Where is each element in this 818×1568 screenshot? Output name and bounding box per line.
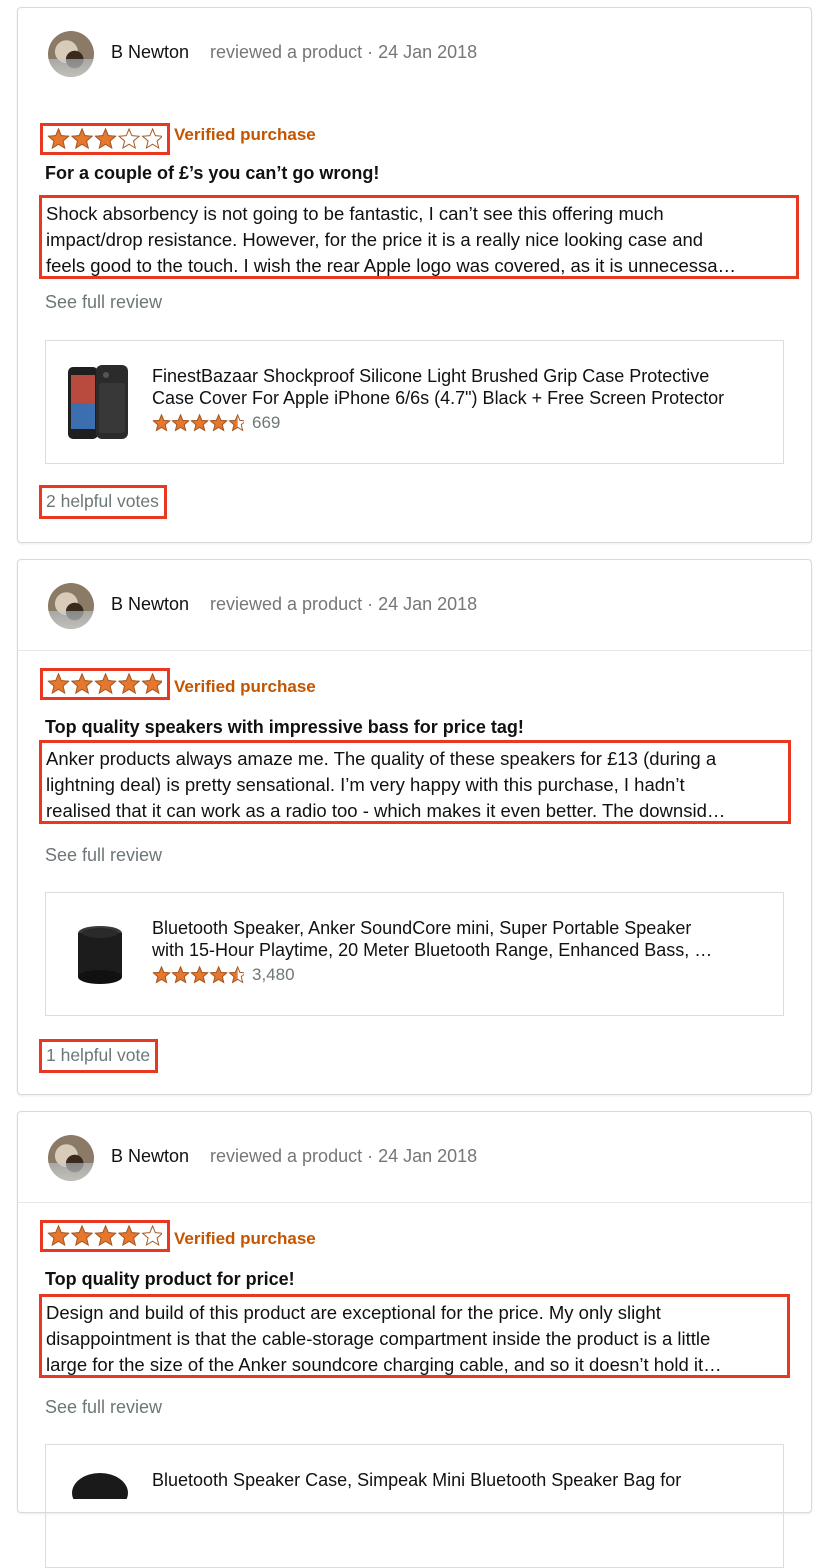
star-filled xyxy=(153,414,170,432)
product-title-line[interactable]: with 15-Hour Playtime, 20 Meter Bluetoot… xyxy=(152,939,777,961)
review-rating xyxy=(40,123,170,155)
star-filled xyxy=(153,966,170,984)
avatar[interactable] xyxy=(48,583,94,629)
phone-case-image xyxy=(68,365,128,439)
review-body-line: large for the size of the Anker soundcor… xyxy=(46,1354,722,1375)
product-title-line[interactable]: Case Cover For Apple iPhone 6/6s (4.7") … xyxy=(152,387,777,409)
reviewer-name[interactable]: B Newton xyxy=(111,594,189,615)
star-filled xyxy=(142,673,162,695)
review-body: Anker products always amaze me. The qual… xyxy=(39,740,791,824)
product-title[interactable]: Bluetooth Speaker, Anker SoundCore mini,… xyxy=(152,917,777,961)
reviewer-name[interactable]: B Newton xyxy=(111,1146,189,1167)
speaker-case-image xyxy=(72,1473,128,1499)
product-rating: 669 xyxy=(152,413,280,433)
review-body-line: impact/drop resistance. However, for the… xyxy=(46,229,704,250)
reviewer-name[interactable]: B Newton xyxy=(111,42,189,63)
product-card[interactable]: FinestBazaar Shockproof Silicone Light B… xyxy=(45,340,784,464)
review-body-line: realised that it can work as a radio too… xyxy=(46,800,726,821)
star-filled xyxy=(191,414,209,432)
star-rating-icon xyxy=(47,673,162,695)
review-title: Top quality speakers with impressive bas… xyxy=(45,717,524,737)
review-body: Design and build of this product are exc… xyxy=(39,1294,790,1378)
review-card: B Newton reviewed a product · 24 Jan 201… xyxy=(17,559,812,1095)
avatar[interactable] xyxy=(48,31,94,77)
speaker-image xyxy=(78,926,122,984)
see-full-review-link[interactable]: See full review xyxy=(45,845,162,866)
star-filled xyxy=(71,673,93,695)
verified-purchase-badge: Verified purchase xyxy=(174,677,316,696)
star-filled xyxy=(95,128,117,150)
star-filled xyxy=(95,1225,117,1247)
verified-purchase-badge: Verified purchase xyxy=(174,125,316,144)
review-header: B Newton reviewed a product · 24 Jan 201… xyxy=(18,8,811,98)
product-title-line[interactable]: Bluetooth Speaker, Anker SoundCore mini,… xyxy=(152,917,777,939)
helpful-votes: 1 helpful vote xyxy=(39,1039,159,1073)
review-title: For a couple of £’s you can’t go wrong! xyxy=(45,163,380,183)
review-rating xyxy=(40,1220,170,1252)
review-header: B Newton reviewed a product · 24 Jan 201… xyxy=(18,1112,811,1203)
review-card: B Newton reviewed a product · 24 Jan 201… xyxy=(17,1111,812,1568)
star-rating-icon xyxy=(152,966,244,984)
product-card[interactable]: Bluetooth Speaker, Anker SoundCore mini,… xyxy=(45,892,784,1016)
avatar[interactable] xyxy=(48,1135,94,1181)
star-filled xyxy=(48,1225,69,1247)
star-filled xyxy=(210,414,228,432)
star-empty xyxy=(141,128,162,150)
review-body-line: Design and build of this product are exc… xyxy=(46,1302,661,1323)
star-empty xyxy=(141,1225,162,1247)
review-body-line: feels good to the touch. I wish the rear… xyxy=(46,255,737,276)
review-card: B Newton reviewed a product · 24 Jan 201… xyxy=(17,7,812,543)
review-title: Top quality product for price! xyxy=(45,1269,295,1289)
review-body: Shock absorbency is not going to be fant… xyxy=(39,195,799,279)
product-title-line[interactable]: Bluetooth Speaker Case, Simpeak Mini Blu… xyxy=(152,1469,777,1491)
review-body-line: Shock absorbency is not going to be fant… xyxy=(46,203,664,224)
review-header: B Newton reviewed a product · 24 Jan 201… xyxy=(18,560,811,651)
see-full-review-link[interactable]: See full review xyxy=(45,292,162,313)
star-filled xyxy=(71,128,93,150)
star-filled xyxy=(48,128,69,150)
review-meta: reviewed a product · 24 Jan 2018 xyxy=(210,594,478,614)
product-title-line[interactable]: FinestBazaar Shockproof Silicone Light B… xyxy=(152,365,777,387)
review-meta: reviewed a product · 24 Jan 2018 xyxy=(210,1146,478,1166)
star-filled xyxy=(191,966,209,984)
star-filled xyxy=(95,673,117,695)
review-meta: reviewed a product · 24 Jan 2018 xyxy=(210,42,478,62)
product-title[interactable]: FinestBazaar Shockproof Silicone Light B… xyxy=(152,365,777,409)
star-filled xyxy=(172,414,190,432)
product-title[interactable]: Bluetooth Speaker Case, Simpeak Mini Blu… xyxy=(152,1469,777,1491)
review-rating xyxy=(40,668,170,700)
product-card[interactable]: Bluetooth Speaker Case, Simpeak Mini Blu… xyxy=(45,1444,784,1568)
review-body-line: disappointment is that the cable-storage… xyxy=(46,1328,711,1349)
review-body-line: Anker products always amaze me. The qual… xyxy=(46,748,717,769)
star-filled xyxy=(172,966,190,984)
star-empty xyxy=(117,128,141,150)
rating-count[interactable]: 669 xyxy=(252,413,280,433)
star-filled xyxy=(118,1225,140,1247)
review-body-line: lightning deal) is pretty sensational. I… xyxy=(46,774,685,795)
star-filled xyxy=(48,673,69,695)
star-filled xyxy=(118,673,140,695)
star-filled xyxy=(71,1225,93,1247)
helpful-votes: 2 helpful votes xyxy=(39,485,167,519)
star-filled xyxy=(210,966,228,984)
star-rating-icon xyxy=(152,414,244,432)
product-rating: 3,480 xyxy=(152,965,295,985)
see-full-review-link[interactable]: See full review xyxy=(45,1397,162,1418)
star-rating-icon xyxy=(47,1225,162,1247)
star-rating-icon xyxy=(47,128,162,150)
verified-purchase-badge: Verified purchase xyxy=(174,1229,316,1248)
rating-count[interactable]: 3,480 xyxy=(252,965,295,985)
